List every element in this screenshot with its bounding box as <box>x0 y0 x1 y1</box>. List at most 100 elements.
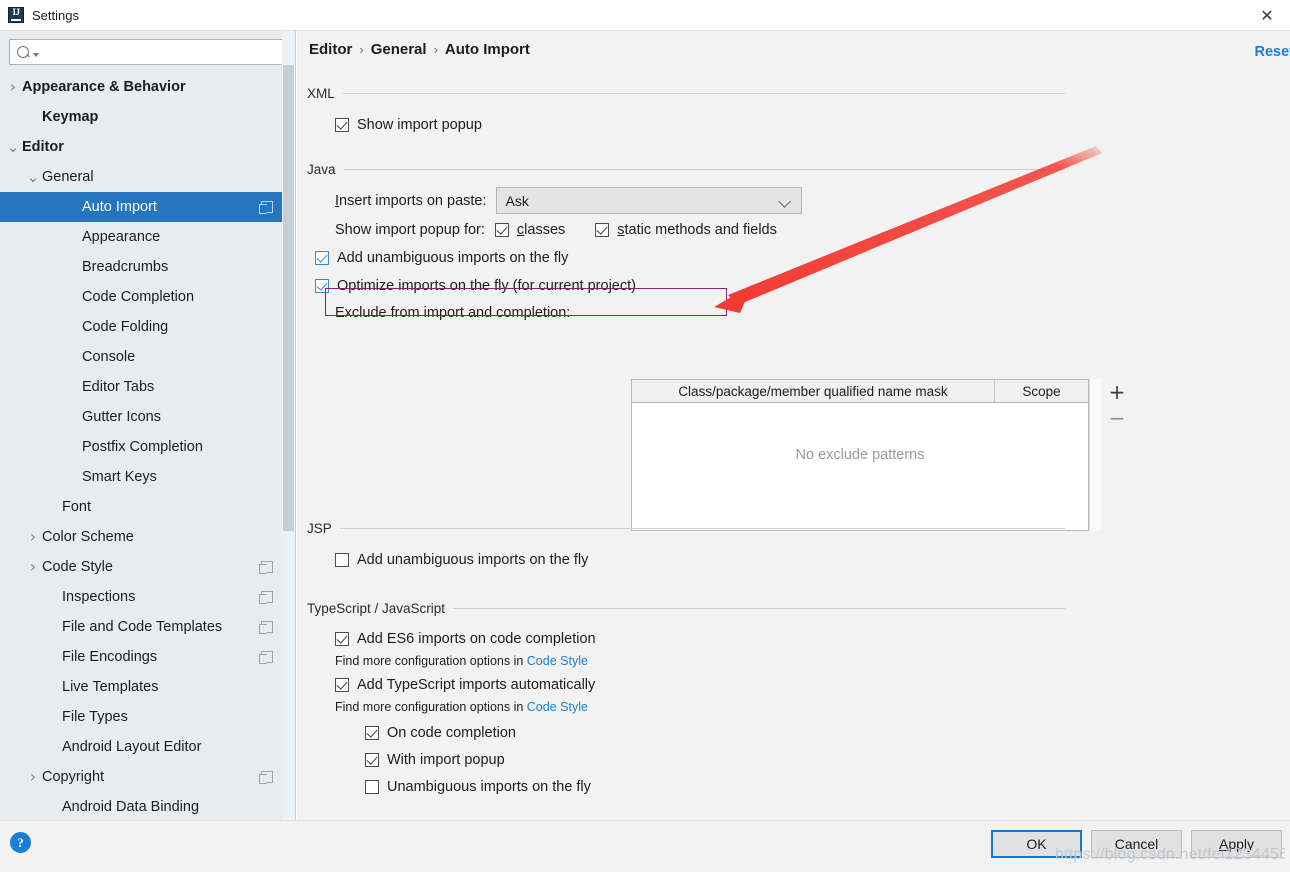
settings-tree[interactable]: Appearance & Behavior Keymap Editor General… <box>0 72 295 820</box>
table-header-row: Class/package/member qualified name mask… <box>632 380 1088 403</box>
table-scrollbar[interactable] <box>1089 379 1101 531</box>
section-xml-title: XML <box>307 86 335 101</box>
jsp-add-unambiguous-checkbox[interactable] <box>335 552 349 567</box>
xml-show-import-popup-row[interactable]: Show import popup <box>335 112 1280 137</box>
sidebar-item-file-and-code-templates[interactable]: File and Code Templates <box>0 612 295 642</box>
chevron-down-icon[interactable] <box>24 174 42 180</box>
sidebar-item-general[interactable]: General <box>0 162 295 192</box>
tsjs-unambiguous-on-fly-row[interactable]: Unambiguous imports on the fly <box>365 773 1280 800</box>
show-import-popup-for-label: Show import popup for: <box>335 221 485 238</box>
java-add-unambiguous-label: Add unambiguous imports on the fly <box>337 250 569 266</box>
sidebar-item-appearance[interactable]: Appearance <box>0 222 295 252</box>
search-box[interactable] <box>9 39 286 65</box>
sidebar-item-label: Breadcrumbs <box>82 259 169 275</box>
sidebar-item-inspections[interactable]: Inspections <box>0 582 295 612</box>
sidebar-item-label: Auto Import <box>82 199 157 215</box>
breadcrumb-part-editor[interactable]: Editor <box>309 41 352 58</box>
breadcrumb-part-general[interactable]: General <box>371 41 427 58</box>
sidebar-item-appearance-behavior[interactable]: Appearance & Behavior <box>0 72 295 102</box>
tsjs-hint-2: Find more configuration options in Code … <box>335 700 1280 714</box>
jsp-add-unambiguous-row[interactable]: Add unambiguous imports on the fly <box>335 547 1280 572</box>
section-divider <box>342 93 1065 94</box>
breadcrumb-separator: › <box>359 42 364 57</box>
tsjs-add-es6-row[interactable]: Add ES6 imports on code completion <box>335 626 1280 652</box>
column-header-scope[interactable]: Scope <box>995 380 1088 402</box>
exclude-patterns-table[interactable]: Class/package/member qualified name mask… <box>631 379 1089 531</box>
sidebar-item-keymap[interactable]: Keymap <box>0 102 295 132</box>
sidebar-item-live-templates[interactable]: Live Templates <box>0 672 295 702</box>
tsjs-with-import-popup-label: With import popup <box>387 751 505 768</box>
remove-pattern-button[interactable]: − <box>1102 405 1132 431</box>
java-add-unambiguous-checkbox[interactable] <box>315 251 329 265</box>
insert-imports-select[interactable]: Ask <box>495 187 802 214</box>
sidebar-item-label: Keymap <box>42 109 99 125</box>
java-add-unambiguous-row[interactable]: Add unambiguous imports on the fly <box>315 244 1280 272</box>
chevron-down-icon[interactable] <box>4 144 22 150</box>
reset-link[interactable]: Reset <box>1255 44 1290 60</box>
tsjs-add-es6-checkbox[interactable] <box>335 632 349 646</box>
tsjs-hint-2-code-style-link[interactable]: Code Style <box>527 700 588 714</box>
java-optimize-imports-row[interactable]: Optimize imports on the fly (for current… <box>315 272 1280 300</box>
tsjs-hint-1-code-style-link[interactable]: Code Style <box>527 654 588 668</box>
sidebar-item-label: Code Style <box>42 559 113 575</box>
chevron-right-icon[interactable] <box>24 532 42 542</box>
sidebar-scrollbar-thumb[interactable] <box>283 65 294 531</box>
column-header-mask[interactable]: Class/package/member qualified name mask <box>632 380 995 402</box>
chevron-right-icon[interactable] <box>24 562 42 572</box>
sidebar-item-font[interactable]: Font <box>0 492 295 522</box>
tsjs-with-import-popup-checkbox[interactable] <box>365 752 379 767</box>
section-java: Java Insert imports on paste: Ask Show i… <box>307 162 1280 326</box>
close-icon[interactable]: ✕ <box>1244 0 1290 31</box>
tsjs-on-code-completion-row[interactable]: On code completion <box>365 719 1280 746</box>
project-scope-badge-icon <box>259 201 273 214</box>
sidebar-item-copyright[interactable]: Copyright <box>0 762 295 792</box>
sidebar-item-file-types[interactable]: File Types <box>0 702 295 732</box>
exclude-patterns-table-wrap: Class/package/member qualified name mask… <box>631 379 1133 531</box>
jsp-add-unambiguous-label: Add unambiguous imports on the fly <box>357 551 589 568</box>
sidebar-item-label: Gutter Icons <box>82 409 161 425</box>
section-jsp-title: JSP <box>307 521 332 536</box>
table-body[interactable]: No exclude patterns <box>632 403 1088 530</box>
sidebar-item-code-style[interactable]: Code Style <box>0 552 295 582</box>
sidebar-item-postfix-completion[interactable]: Postfix Completion <box>0 432 295 462</box>
section-java-title: Java <box>307 162 336 177</box>
sidebar-item-file-encodings[interactable]: File Encodings <box>0 642 295 672</box>
xml-show-import-popup-checkbox[interactable] <box>335 117 349 132</box>
sidebar-item-label: Postfix Completion <box>82 439 203 455</box>
java-classes-checkbox[interactable] <box>494 222 509 237</box>
java-static-methods-checkbox[interactable] <box>595 222 610 237</box>
search-input[interactable] <box>39 44 285 60</box>
java-optimize-imports-checkbox[interactable] <box>315 279 329 293</box>
sidebar-item-gutter-icons[interactable]: Gutter Icons <box>0 402 295 432</box>
chevron-right-icon[interactable] <box>24 772 42 782</box>
sidebar-item-smart-keys[interactable]: Smart Keys <box>0 462 295 492</box>
tsjs-with-import-popup-row[interactable]: With import popup <box>365 746 1280 773</box>
tsjs-add-es6-label: Add ES6 imports on code completion <box>357 631 596 647</box>
insert-imports-row: Insert imports on paste: Ask <box>335 186 1280 215</box>
tsjs-hint-1: Find more configuration options in Code … <box>335 654 1280 668</box>
sidebar-item-editor-tabs[interactable]: Editor Tabs <box>0 372 295 402</box>
sidebar-item-editor[interactable]: Editor <box>0 132 295 162</box>
tsjs-unambiguous-on-fly-checkbox[interactable] <box>365 779 379 794</box>
tsjs-add-ts-row[interactable]: Add TypeScript imports automatically <box>335 672 1280 698</box>
sidebar-item-android-data-binding[interactable]: Android Data Binding <box>0 792 295 820</box>
help-icon[interactable]: ? <box>10 832 31 853</box>
chevron-right-icon[interactable] <box>4 82 22 92</box>
java-classes-label: classes <box>516 221 566 238</box>
window-title: Settings <box>32 7 79 23</box>
sidebar-item-label: Appearance <box>82 229 161 245</box>
sidebar-item-color-scheme[interactable]: Color Scheme <box>0 522 295 552</box>
sidebar-item-code-folding[interactable]: Code Folding <box>0 312 295 342</box>
java-static-methods-label: static methods and fields <box>617 221 777 238</box>
sidebar-item-auto-import[interactable]: Auto Import <box>0 192 295 222</box>
tsjs-on-code-completion-checkbox[interactable] <box>365 725 379 740</box>
add-pattern-button[interactable]: + <box>1102 379 1132 405</box>
sidebar-item-android-layout-editor[interactable]: Android Layout Editor <box>0 732 295 762</box>
sidebar-item-breadcrumbs[interactable]: Breadcrumbs <box>0 252 295 282</box>
sidebar-item-console[interactable]: Console <box>0 342 295 372</box>
sidebar-item-code-completion[interactable]: Code Completion <box>0 282 295 312</box>
tsjs-add-ts-checkbox[interactable] <box>335 678 349 692</box>
sidebar-scrollbar-track[interactable] <box>282 31 295 820</box>
sidebar-item-label: Font <box>62 499 92 515</box>
section-typescript-javascript: TypeScript / JavaScript Add ES6 imports … <box>307 601 1280 800</box>
